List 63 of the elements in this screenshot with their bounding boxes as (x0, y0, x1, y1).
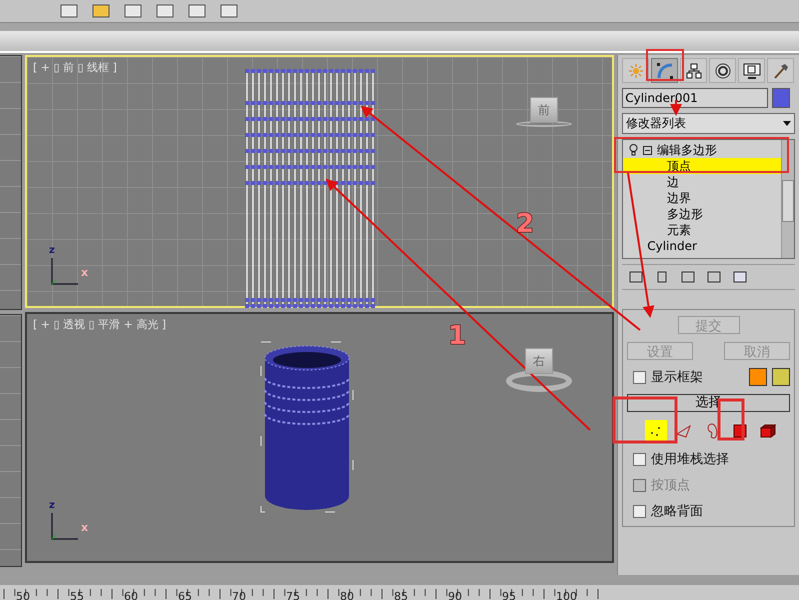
collapse-icon[interactable] (643, 146, 652, 154)
highlight-rectangle (612, 396, 678, 444)
panel-tab[interactable] (651, 58, 678, 83)
checkbox[interactable] (633, 504, 646, 518)
tick-label: 80 (340, 590, 354, 600)
checkbox[interactable] (633, 452, 646, 466)
toolbar-tool-icon[interactable] (220, 4, 238, 18)
panel-tab[interactable] (738, 58, 766, 83)
curve-icon (656, 62, 674, 80)
tick-label: 55 (70, 590, 84, 600)
target-icon (714, 62, 731, 78)
tick-label: 50 (16, 590, 30, 600)
axis-label: z (48, 501, 55, 511)
stack-item[interactable]: Cylinder (623, 238, 781, 254)
checkbox-label: 显示框架 (651, 369, 704, 386)
color-swatch[interactable] (772, 368, 790, 386)
toolbar-tool-icon[interactable] (60, 4, 78, 18)
border-loop-icon (706, 423, 718, 439)
modifier-list-dropdown[interactable]: 修改器列表 (622, 113, 795, 134)
tick-label: 70 (232, 590, 246, 600)
stack-item[interactable]: 编辑多边形 (623, 142, 781, 158)
tick-label: 90 (448, 590, 462, 600)
tick-label: 85 (394, 590, 408, 600)
checkbox-label: 使用堆栈选择 (651, 451, 730, 468)
panel-tab[interactable] (709, 58, 736, 83)
sun-icon (628, 62, 644, 78)
panel-tab[interactable] (680, 58, 708, 83)
annotation-number: 2 (516, 209, 534, 239)
monitor-icon (742, 62, 761, 78)
toolbar-tool-icon[interactable] (156, 4, 174, 18)
sub-object-item[interactable]: 边界 (623, 190, 781, 206)
checkbox[interactable] (633, 370, 646, 384)
scrollbar[interactable] (781, 140, 794, 258)
checkbox-label: 按顶点 (651, 477, 690, 494)
sub-object-item[interactable]: 多边形 (623, 206, 781, 222)
sub-object-item[interactable]: 边 (623, 174, 781, 190)
toolbar-tool-icon[interactable] (188, 4, 206, 18)
axis-gizmo-icon (48, 513, 79, 541)
axis-label: z (48, 246, 55, 256)
dropdown-caret-icon (783, 121, 791, 126)
checkbox-label: 忽略背面 (651, 503, 704, 520)
tick-label: 65 (178, 590, 192, 600)
lightbulb-icon (629, 144, 638, 156)
sub-object-item[interactable]: 元素 (623, 222, 781, 238)
toolbar-tool-icon[interactable] (124, 4, 142, 18)
axis-gizmo-icon (48, 258, 79, 286)
tick-label: 100 (556, 590, 577, 600)
hierarchy-icon (686, 62, 702, 78)
color-swatch[interactable] (749, 368, 767, 386)
axis-label: x (80, 523, 88, 533)
edge-icon (676, 424, 692, 438)
annotation-number: 1 (448, 321, 466, 351)
subobject-button[interactable] (645, 420, 668, 442)
axis-label: x (80, 268, 88, 278)
tick-label: 75 (286, 590, 300, 600)
tick-label: 60 (124, 590, 138, 600)
toolbar-tool-icon[interactable] (92, 4, 110, 18)
hammer-icon (772, 62, 789, 78)
highlight-rectangle (646, 49, 684, 81)
object-name-field[interactable]: Cylinder001 (622, 88, 768, 108)
object-color-swatch[interactable] (772, 88, 790, 108)
cube-icon (760, 424, 776, 438)
tick-label: 95 (502, 590, 516, 600)
